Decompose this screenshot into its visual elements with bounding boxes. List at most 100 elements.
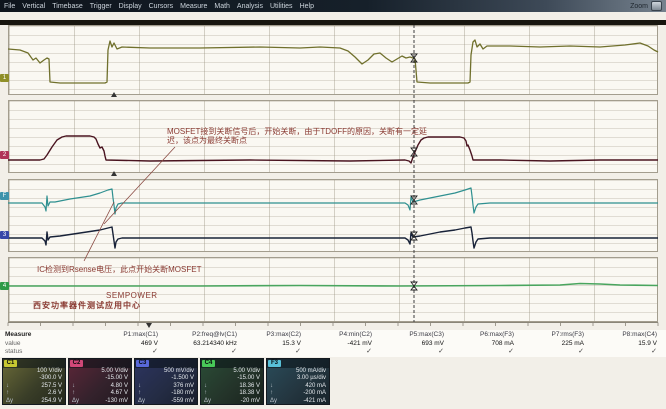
p3-status: ✓	[221, 348, 301, 355]
c2-offset: -15.00 V	[105, 375, 128, 382]
c1-vdiv: 100 V/div	[37, 368, 62, 375]
c3-dy: -559 mV	[171, 398, 194, 405]
measure-row-labels: Measure value status	[5, 331, 31, 357]
f3-m2: -200 mA	[303, 390, 326, 397]
p8-status: ✓	[577, 348, 657, 355]
menu-measure[interactable]: Measure	[180, 3, 207, 10]
value-label: value	[5, 340, 31, 349]
cursor1-icon: ↓	[201, 383, 207, 390]
delta-y-icon: Δy	[135, 398, 145, 405]
cursor2-icon: ↑	[201, 390, 207, 397]
f3-vdiv: 500 mA/div	[296, 368, 326, 375]
c1-dy: 254.9 V	[41, 398, 62, 405]
p4-name[interactable]: P4:min(C2)	[292, 331, 372, 340]
menu-cursors[interactable]: Cursors	[149, 3, 174, 10]
menu-analysis[interactable]: Analysis	[237, 3, 263, 10]
annotation-turnoff-delay: MOSFET接到关断信号后，开始关断，由于TDOFF的原因，关断有一定延迟，该点…	[167, 127, 431, 146]
p1-name[interactable]: P1:max(C1)	[78, 331, 158, 340]
p4-status: ✓	[292, 348, 372, 355]
c2-m1: 4.80 V	[111, 383, 128, 390]
c3-chip: C3	[136, 360, 149, 367]
p8-name[interactable]: P8:max(C4)	[577, 331, 657, 340]
menu-vertical[interactable]: Vertical	[22, 3, 45, 10]
c4-chip: C4	[202, 360, 215, 367]
zoom-icon[interactable]	[651, 1, 662, 11]
zoom-control[interactable]: Zoom	[630, 1, 662, 11]
cursor2-icon: ↑	[69, 390, 75, 397]
menu-math[interactable]: Math	[214, 3, 230, 10]
channel-marker-f3[interactable]: F	[0, 192, 9, 200]
p7-value: 225 mA	[504, 340, 584, 349]
channel-marker-c3[interactable]: 3	[0, 231, 9, 239]
menu-bar: File Vertical Timebase Trigger Display C…	[0, 0, 666, 12]
menu-file[interactable]: File	[4, 3, 15, 10]
p5-value: 693 mV	[364, 340, 444, 349]
measure-p7: P7:rms(F3) 225 mA ✓	[504, 331, 584, 355]
channel-box-c2[interactable]: C2 5.00 V/div -15.00 V ↓ 4.80 V ↑ 4.67 V Δ…	[68, 358, 132, 405]
p5-name[interactable]: P5:max(C3)	[364, 331, 444, 340]
p1-value: 469 V	[78, 340, 158, 349]
p6-name[interactable]: P6:max(F3)	[434, 331, 514, 340]
c3-m2: -180 mV	[171, 390, 194, 397]
channel-marker-c2[interactable]: 2	[0, 151, 9, 159]
menu-utilities[interactable]: Utilities	[270, 3, 293, 10]
menu-timebase[interactable]: Timebase	[52, 3, 82, 10]
c4-vdiv: 5.00 V/div	[233, 368, 260, 375]
c3-m1: 376 mV	[173, 383, 194, 390]
c1-m1: 257.5 V	[41, 383, 62, 390]
c3-vdiv: 500 mV/div	[164, 368, 194, 375]
c1-chip: C1	[4, 360, 17, 367]
c4-dy: -20 mV	[241, 398, 260, 405]
delta-y-icon: Δy	[3, 398, 13, 405]
measure-p4: P4:min(C2) -421 mV ✓	[292, 331, 372, 355]
menu-trigger[interactable]: Trigger	[90, 3, 112, 10]
c1-m2: 2.6 V	[48, 390, 62, 397]
cursor1-icon: ↓	[267, 383, 273, 390]
menu-display[interactable]: Display	[119, 3, 142, 10]
channel-box-f3[interactable]: F3 500 mA/div 3.00 µs/div ↓420 mA ↑-200 …	[266, 358, 330, 405]
zoom-label: Zoom	[630, 3, 648, 10]
p6-status: ✓	[434, 348, 514, 355]
measure-table: Measure value status P1:max(C1) 469 V ✓ …	[0, 330, 666, 357]
measure-label: Measure	[5, 331, 31, 340]
p7-name[interactable]: P7:rms(F3)	[504, 331, 584, 340]
channel-marker-c4[interactable]: 4	[0, 282, 9, 290]
p8-value: 15.9 V	[577, 340, 657, 349]
measure-p8: P8:max(C4) 15.9 V ✓	[577, 331, 657, 355]
delta-y-icon: Δy	[267, 398, 277, 405]
channel-box-c3[interactable]: C3 500 mV/div -1.500 V ↓376 mV ↑-180 mV …	[134, 358, 198, 405]
p5-status: ✓	[364, 348, 444, 355]
graticule-c3-f3	[8, 179, 658, 252]
measure-p6: P6:max(F3) 708 mA ✓	[434, 331, 514, 355]
brand-text: SEMPOWER	[106, 291, 158, 300]
c4-offset: -15.00 V	[237, 375, 260, 382]
p7-status: ✓	[504, 348, 584, 355]
p3-value: 15.3 V	[221, 340, 301, 349]
graticule-c1	[8, 25, 658, 95]
f3-m1: 420 mA	[305, 383, 326, 390]
cursor1-icon: ↓	[3, 383, 9, 390]
c3-offset: -1.500 V	[171, 375, 194, 382]
menu-help[interactable]: Help	[300, 3, 314, 10]
c4-m1: 18.36 V	[239, 383, 260, 390]
status-label: status	[5, 348, 31, 357]
channel-marker-c1[interactable]: 1	[0, 74, 9, 82]
c2-chip: C2	[70, 360, 83, 367]
channel-box-c1[interactable]: C1 100 V/div -300.0 V ↓257.5 V ↑2.6 V Δy…	[2, 358, 66, 405]
cursor2-icon: ↑	[135, 390, 141, 397]
channel-box-c4[interactable]: C4 5.00 V/div -15.00 V ↓ 18.36 V ↑ 18.38 V…	[200, 358, 264, 405]
c4-m2: 18.38 V	[239, 390, 260, 397]
measure-p5: P5:max(C3) 693 mV ✓	[364, 331, 444, 355]
measure-p1: P1:max(C1) 469 V ✓	[78, 331, 158, 355]
trigger-time-marker[interactable]	[146, 323, 152, 328]
delta-y-icon: Δy	[69, 398, 79, 405]
measure-p3: P3:max(C2) 15.3 V ✓	[221, 331, 301, 355]
c2-m2: 4.67 V	[111, 390, 128, 397]
f3-dy: -421 mA	[303, 398, 326, 405]
cursor1-icon: ↓	[69, 383, 75, 390]
cursor1-icon: ↓	[135, 383, 141, 390]
cursor2-icon: ↑	[267, 390, 273, 397]
brand-subtitle: 西安功率器件测试应用中心	[33, 301, 141, 310]
c2-vdiv: 5.00 V/div	[101, 368, 128, 375]
p3-name[interactable]: P3:max(C2)	[221, 331, 301, 340]
